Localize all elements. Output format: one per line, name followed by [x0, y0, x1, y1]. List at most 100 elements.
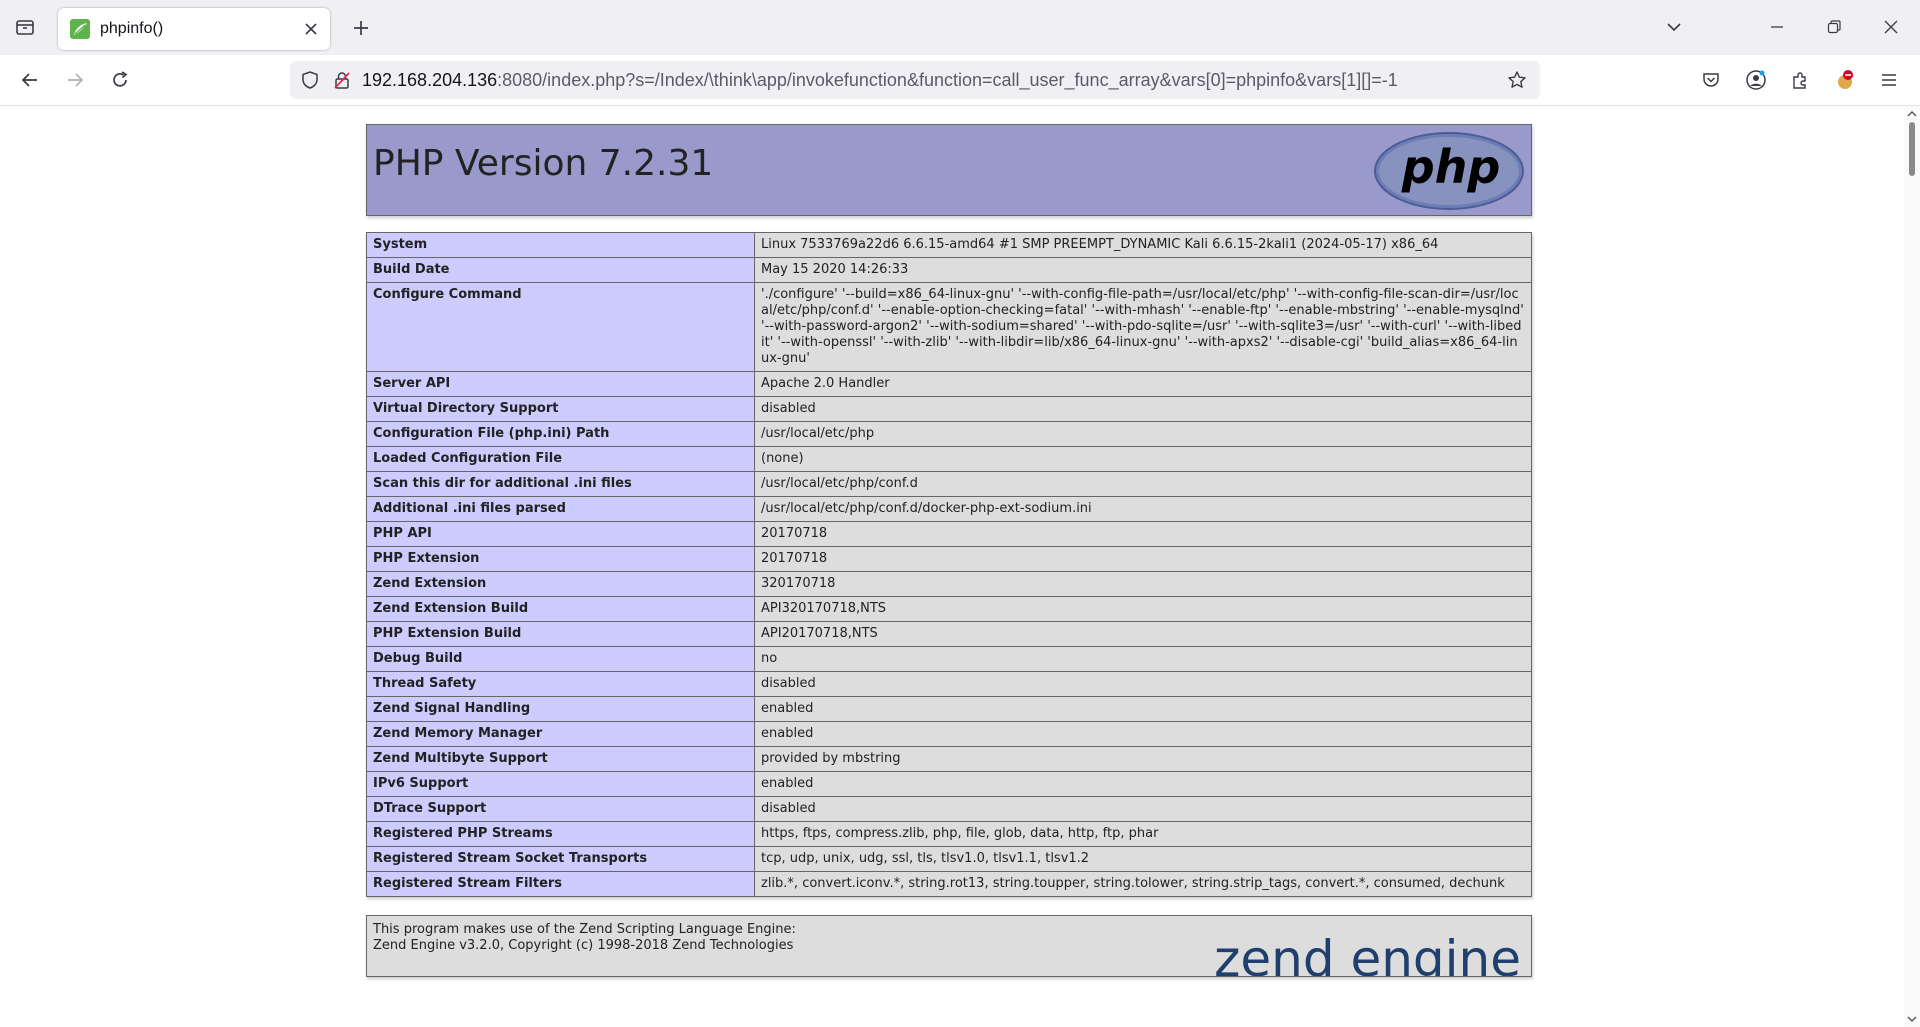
phpinfo-center: PHP Version 7.2.31 php System Linux 75337…: [366, 124, 1532, 977]
table-row: Server API Apache 2.0 Handler: [366, 371, 1532, 397]
table-row: Zend Extension 320170718: [366, 571, 1532, 597]
zend-engine-logo[interactable]: zend engine: [1207, 918, 1527, 977]
table-row: Build Date May 15 2020 14:26:33: [366, 257, 1532, 283]
phpinfo-favicon: [70, 19, 90, 39]
account-button[interactable]: [1740, 64, 1772, 96]
row-value: enabled: [754, 721, 1532, 747]
row-value: no: [754, 646, 1532, 672]
row-key: Zend Memory Manager: [366, 721, 755, 747]
blocked-addon-icon: [1838, 70, 1853, 89]
row-value: /usr/local/etc/php/conf.d/docker-php-ext…: [754, 496, 1532, 522]
row-key: System: [366, 232, 755, 258]
tracking-protection-button[interactable]: [298, 68, 322, 92]
row-value: enabled: [754, 696, 1532, 722]
window-close-button[interactable]: [1873, 10, 1909, 44]
vertical-scrollbar[interactable]: [1904, 106, 1920, 1027]
forward-arrow-icon: [68, 73, 84, 87]
row-key: Debug Build: [366, 646, 755, 672]
row-key: Configuration File (php.ini) Path: [366, 421, 755, 447]
url-path: :8080/index.php?s=/Index/\think\app/invo…: [497, 69, 1398, 90]
new-tab-button[interactable]: [346, 13, 376, 43]
url-text[interactable]: 192.168.204.136:8080/index.php?s=/Index/…: [362, 70, 1462, 91]
row-value: 20170718: [754, 546, 1532, 572]
row-key: Zend Extension: [366, 571, 755, 597]
page-content: PHP Version 7.2.31 php System Linux 75337…: [0, 106, 1904, 1027]
addon-button[interactable]: [1829, 64, 1861, 96]
row-key: Configure Command: [366, 282, 755, 372]
tab-title: phpinfo(): [100, 20, 164, 37]
tab-list-button[interactable]: [10, 12, 40, 42]
table-row: System Linux 7533769a22d6 6.6.15-amd64 #1…: [366, 232, 1532, 258]
forward-button[interactable]: [59, 64, 91, 96]
table-row: Registered PHP Streams https, ftps, compr…: [366, 821, 1532, 847]
row-value: Apache 2.0 Handler: [754, 371, 1532, 397]
php-version-header: PHP Version 7.2.31 php: [366, 124, 1532, 216]
row-value: https, ftps, compress.zlib, php, file, g…: [754, 821, 1532, 847]
tab-phpinfo[interactable]: phpinfo(): [58, 8, 330, 50]
table-row: Additional .ini files parsed/usr/local/e…: [366, 496, 1532, 522]
minimize-button[interactable]: [1759, 10, 1795, 44]
row-value: May 15 2020 14:26:33: [754, 257, 1532, 283]
minimize-icon: [1771, 26, 1783, 28]
zend-engine-text: This program makes use of the Zend Scrip…: [373, 922, 796, 954]
zend-engine-line-1: This program makes use of the Zend Scrip…: [373, 922, 796, 937]
insecure-lock-icon: [334, 72, 350, 89]
row-key: PHP Extension: [366, 546, 755, 572]
table-row: Registered Stream Filters zlib.*, convert…: [366, 871, 1532, 897]
scrollbar-thumb[interactable]: [1909, 122, 1915, 176]
row-key: DTrace Support: [366, 796, 755, 822]
tab-strip: phpinfo(): [0, 0, 1920, 55]
scroll-down-arrow[interactable]: [1906, 1013, 1918, 1025]
back-arrow-icon: [21, 73, 37, 87]
row-key: IPv6 Support: [366, 771, 755, 797]
window-close-icon: [1884, 20, 1898, 34]
php-logo[interactable]: php: [1373, 131, 1525, 211]
row-key: Additional .ini files parsed: [366, 496, 755, 522]
url-host: 192.168.204.136: [362, 69, 498, 90]
bookmark-button[interactable]: [1504, 67, 1530, 93]
row-key: Registered Stream Socket Transports: [366, 846, 755, 872]
hamburger-menu-icon: [1882, 74, 1896, 86]
tab-list-icon: [16, 20, 34, 35]
row-value: disabled: [754, 396, 1532, 422]
row-value: 20170718: [754, 521, 1532, 547]
app-menu-button[interactable]: [1873, 64, 1905, 96]
table-row: Zend Memory Manager enabled: [366, 721, 1532, 747]
table-row: Scan this dir for additional .ini files /…: [366, 471, 1532, 497]
row-key: Zend Signal Handling: [366, 696, 755, 722]
restore-button[interactable]: [1816, 10, 1852, 44]
table-row: Configuration File (php.ini) Path/usr/lo…: [366, 421, 1532, 447]
row-key: Zend Multibyte Support: [366, 746, 755, 772]
row-key: Registered PHP Streams: [366, 821, 755, 847]
table-row: Configure Command './configure' '--build=…: [366, 282, 1532, 372]
list-all-tabs-button[interactable]: [1656, 10, 1692, 44]
row-key: Build Date: [366, 257, 755, 283]
row-value: Linux 7533769a22d6 6.6.15-amd64 #1 SMP P…: [754, 232, 1532, 258]
pocket-icon: [1703, 73, 1719, 87]
site-info-button[interactable]: [330, 68, 354, 92]
row-value: provided by mbstring: [754, 746, 1532, 772]
row-value: (none): [754, 446, 1532, 472]
address-bar[interactable]: 192.168.204.136:8080/index.php?s=/Index/…: [290, 61, 1540, 99]
navigation-bar: 192.168.204.136:8080/index.php?s=/Index/…: [0, 55, 1920, 106]
php-version-title: PHP Version 7.2.31: [373, 143, 714, 184]
reload-button[interactable]: [104, 64, 136, 96]
tab-close-button[interactable]: [298, 16, 324, 42]
scroll-up-arrow[interactable]: [1906, 108, 1918, 120]
table-row: PHP Extension 20170718: [366, 546, 1532, 572]
extensions-button[interactable]: [1784, 64, 1816, 96]
row-value: disabled: [754, 671, 1532, 697]
shield-icon: [302, 71, 318, 89]
account-icon: [1746, 70, 1766, 90]
pocket-button[interactable]: [1695, 64, 1727, 96]
row-value: /usr/local/etc/php/conf.d: [754, 471, 1532, 497]
row-value: tcp, udp, unix, udg, ssl, tls, tlsv1.0, …: [754, 846, 1532, 872]
back-button[interactable]: [14, 64, 46, 96]
table-row: PHP API 20170718: [366, 521, 1532, 547]
row-value: enabled: [754, 771, 1532, 797]
bookmark-star-icon: [1508, 71, 1526, 88]
row-value: disabled: [754, 796, 1532, 822]
row-key: Thread Safety: [366, 671, 755, 697]
php-logo-text: php: [1401, 140, 1501, 194]
table-row: PHP Extension Build API20170718,NTS: [366, 621, 1532, 647]
